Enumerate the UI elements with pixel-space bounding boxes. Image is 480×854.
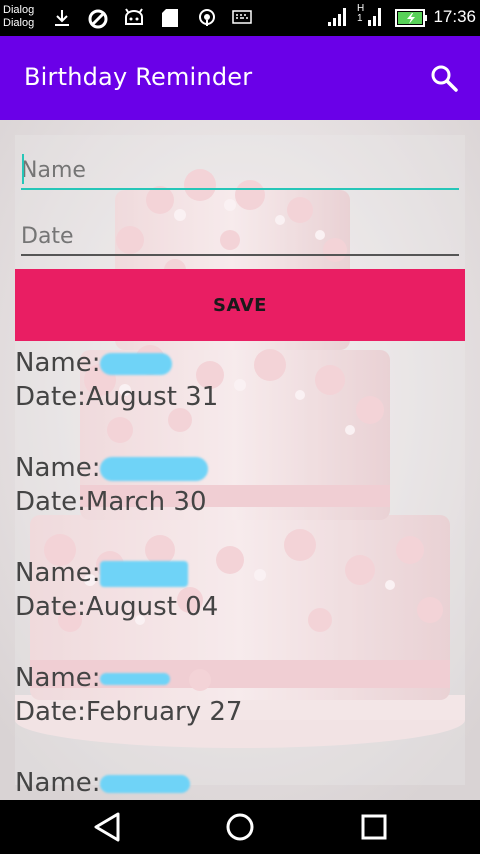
search-icon <box>431 65 458 92</box>
entry-name: Name: <box>15 451 209 485</box>
recents-icon <box>361 814 387 840</box>
list-item[interactable]: Name: Date:August 31 <box>15 346 218 414</box>
signal-icon-1 <box>328 8 346 26</box>
redacted-name <box>100 560 189 587</box>
app-bar: Birthday Reminder <box>0 36 480 120</box>
entry-name: Name: <box>15 766 191 800</box>
blocked-icon <box>88 9 108 29</box>
redacted-name <box>100 774 191 793</box>
clock: 17:36 <box>433 7 476 26</box>
name-label: Name: <box>15 453 101 483</box>
name-label: Name: <box>15 663 101 693</box>
navigation-bar <box>0 800 480 854</box>
entry-name: Name: <box>15 661 242 695</box>
entry-date: Date:February 27 <box>15 697 243 727</box>
list-item[interactable]: Name: <box>15 766 191 800</box>
home-icon <box>226 813 254 841</box>
entry-date: Date:August 04 <box>15 592 219 622</box>
list-item[interactable]: Name: Date:February 27 <box>15 661 242 729</box>
app-title: Birthday Reminder <box>24 63 253 91</box>
android-icon <box>125 8 143 25</box>
back-button[interactable] <box>88 810 128 844</box>
entry-date: Date:August 31 <box>15 382 219 412</box>
home-button[interactable] <box>220 810 260 844</box>
redacted-name <box>100 456 209 481</box>
hotspot-icon <box>199 9 215 26</box>
name-label: Name: <box>15 768 101 798</box>
list-item[interactable]: Name: Date:August 04 <box>15 556 218 624</box>
name-input[interactable] <box>21 152 459 190</box>
signal-icon-2 <box>368 8 381 26</box>
main-content[interactable]: SAVE Name: Date:August 31 Name: Date:Mar… <box>0 120 480 800</box>
recents-button[interactable] <box>354 810 394 844</box>
notification-line-1: Dialog <box>3 4 35 16</box>
sd-card-icon <box>162 9 178 27</box>
name-label: Name: <box>15 558 101 588</box>
name-label: Name: <box>15 348 101 378</box>
save-button[interactable]: SAVE <box>15 269 465 341</box>
status-bar: Dialog Dialog H1 17:36 <box>0 0 480 36</box>
download-icon <box>55 10 69 26</box>
notification-line-2: Dialog <box>3 17 35 29</box>
text-cursor <box>22 154 24 184</box>
notification-text: Dialog Dialog <box>3 4 34 30</box>
redacted-name <box>100 352 173 375</box>
search-button[interactable] <box>424 58 464 98</box>
date-input[interactable] <box>21 218 459 256</box>
back-icon <box>94 812 120 842</box>
entry-date: Date:March 30 <box>15 487 207 517</box>
redacted-name <box>100 672 171 685</box>
entry-name: Name: <box>15 346 218 380</box>
list-item[interactable]: Name: Date:March 30 <box>15 451 209 519</box>
battery-icon <box>395 9 427 27</box>
keyboard-icon <box>232 10 252 24</box>
entry-name: Name: <box>15 556 218 590</box>
